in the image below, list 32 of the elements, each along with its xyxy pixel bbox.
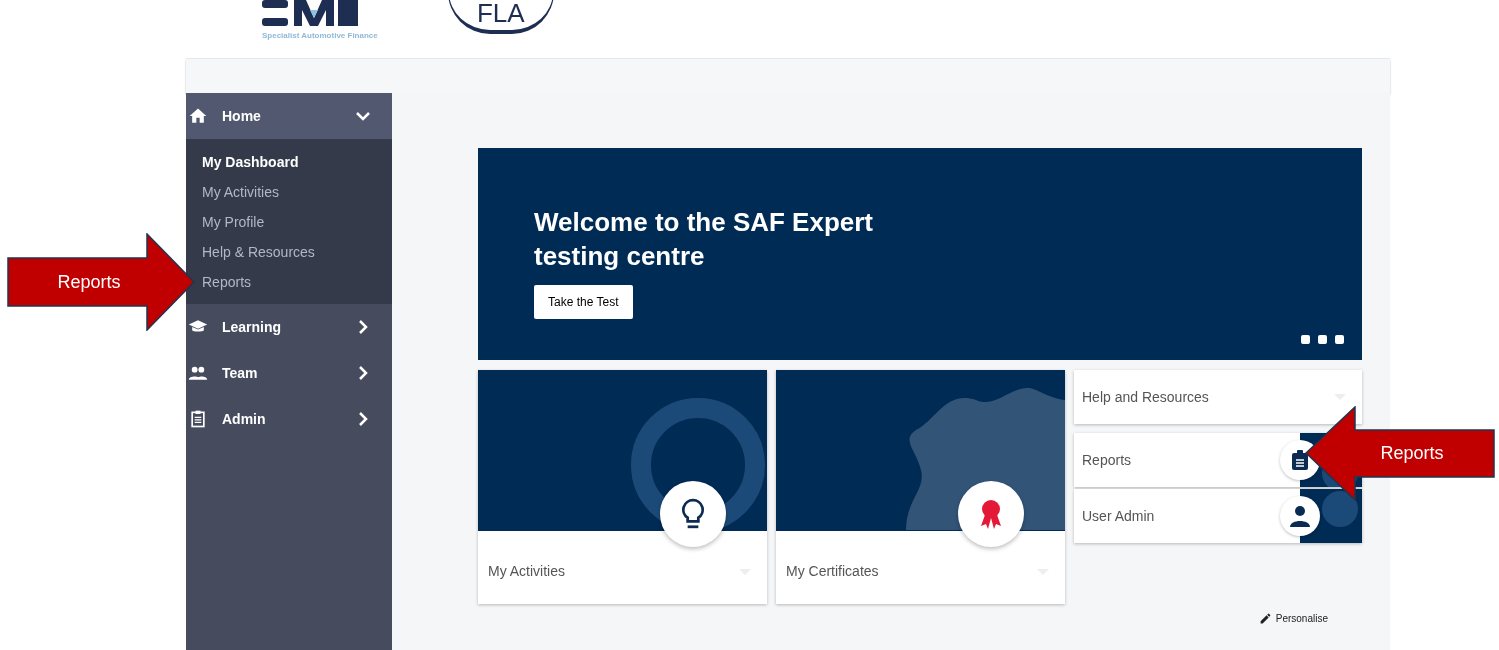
side-tile[interactable]: Help and Resources	[1074, 370, 1362, 424]
submenu-item[interactable]: Reports	[202, 267, 252, 297]
submenu-item[interactable]: My Dashboard	[202, 147, 299, 177]
sidebar-item[interactable]: Home	[186, 93, 392, 139]
pencil-icon	[1258, 612, 1272, 625]
callout-label: Reports	[57, 270, 121, 294]
sidebar-item[interactable]: Admin	[186, 396, 392, 442]
logo-tagline: Specialist Automotive Finance	[262, 30, 378, 42]
tile-title: My Activities	[488, 562, 565, 581]
lightbulb-icon	[680, 498, 706, 530]
submenu-item[interactable]: My Profile	[202, 207, 265, 237]
hero-title: Welcome to the SAF Expert testing centre	[534, 206, 875, 273]
logo-icon	[262, 0, 358, 28]
sidebar-item[interactable]: Team	[186, 350, 392, 396]
clipboard-icon	[1292, 450, 1308, 470]
admin-icon	[188, 409, 208, 429]
callout-label: Reports	[1380, 442, 1444, 465]
award-ribbon-icon	[978, 498, 1004, 530]
dashboard-tile[interactable]: My Certificates	[776, 370, 1065, 604]
user-icon	[1289, 505, 1311, 527]
personalise-link[interactable]: Personalise	[1275, 611, 1328, 626]
dashboard-tile[interactable]: My Activities	[478, 370, 767, 604]
tile-title: My Certificates	[786, 562, 879, 581]
home-icon	[188, 106, 208, 126]
tile-title: Help and Resources	[1082, 387, 1209, 407]
submenu-item[interactable]: Help & Resources	[202, 237, 315, 267]
take-test-button[interactable]: Take the Test	[534, 285, 633, 319]
sidebar-item[interactable]: Learning	[186, 304, 392, 350]
submenu-item[interactable]: My Activities	[202, 177, 279, 207]
tile-title: User Admin	[1082, 506, 1155, 526]
side-tile[interactable]: User Admin	[1074, 489, 1362, 543]
tile-title: Reports	[1082, 450, 1132, 470]
